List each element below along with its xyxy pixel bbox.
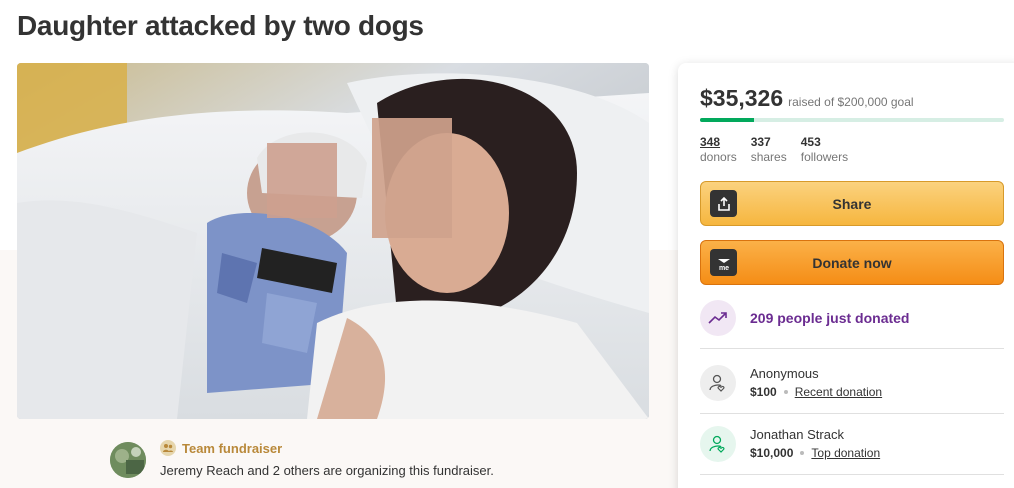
progress-fill [700, 118, 754, 122]
team-fundraiser-label: Team fundraiser [182, 440, 283, 456]
team-fundraiser-row: Team fundraiser [160, 440, 282, 456]
donation-amount: $100 [750, 385, 777, 399]
donor-name: Jonathan Strack [750, 427, 844, 442]
raised-amount: $35,326 [700, 85, 784, 111]
donate-now-button[interactable]: me Donate now [700, 240, 1004, 285]
donation-item: Jonathan Strack $10,000 Top donation [700, 426, 880, 462]
donation-info: Jonathan Strack $10,000 Top donation [750, 426, 880, 462]
organizer-avatar[interactable] [110, 442, 146, 478]
donate-now-label: Donate now [812, 254, 892, 271]
recent-donation-link[interactable]: Recent donation [795, 383, 882, 401]
progress-bar [700, 118, 1004, 122]
team-icon [160, 440, 176, 456]
stats-row: 348 donors 337 shares 453 followers [700, 135, 848, 165]
divider [700, 413, 1004, 414]
hero-image[interactable] [17, 63, 649, 419]
separator-dot [783, 390, 788, 394]
recent-activity-row: 209 people just donated [700, 300, 909, 336]
donation-info: Anonymous $100 Recent donation [750, 365, 882, 401]
divider [700, 348, 1004, 349]
user-heart-icon [700, 365, 736, 401]
stat-shares: 337 shares [751, 135, 787, 165]
donation-card: $35,326 raised of $200,000 goal 348 dono… [678, 63, 1014, 488]
organizer-text: Jeremy Reach and 2 others are organizing… [160, 463, 494, 478]
donation-amount: $10,000 [750, 446, 794, 460]
page-title: Daughter attacked by two dogs [17, 10, 424, 41]
svg-text:me: me [718, 265, 728, 272]
recent-donations-count: 209 people just donated [750, 310, 910, 326]
donation-meta: $10,000 Top donation [750, 444, 880, 462]
divider [700, 474, 1004, 475]
raised-goal-text: raised of $200,000 goal [788, 95, 914, 109]
share-button[interactable]: Share [700, 181, 1004, 226]
separator-dot [800, 451, 805, 455]
donor-name: Anonymous [750, 366, 819, 381]
stat-donors-label: donors [700, 150, 737, 164]
trending-up-icon [700, 300, 736, 336]
stat-followers-label: followers [800, 150, 849, 164]
stat-followers-value: 453 [800, 135, 821, 149]
stat-donors-value[interactable]: 348 [700, 135, 737, 150]
stat-donors[interactable]: 348 donors [700, 135, 737, 165]
donation-item: Anonymous $100 Recent donation [700, 365, 882, 401]
share-upload-icon [710, 190, 737, 217]
user-heart-icon [700, 426, 736, 462]
stat-followers: 453 followers [801, 135, 848, 165]
top-donation-link[interactable]: Top donation [811, 444, 880, 462]
organizer-photo [110, 442, 146, 478]
raised-summary: $35,326 raised of $200,000 goal [700, 85, 914, 112]
stat-shares-value: 337 [750, 135, 771, 149]
gofundme-logo-icon: me [710, 249, 737, 276]
share-button-label: Share [832, 195, 872, 212]
hero-photo [17, 63, 649, 419]
stat-shares-label: shares [750, 150, 787, 164]
donation-meta: $100 Recent donation [750, 383, 882, 401]
